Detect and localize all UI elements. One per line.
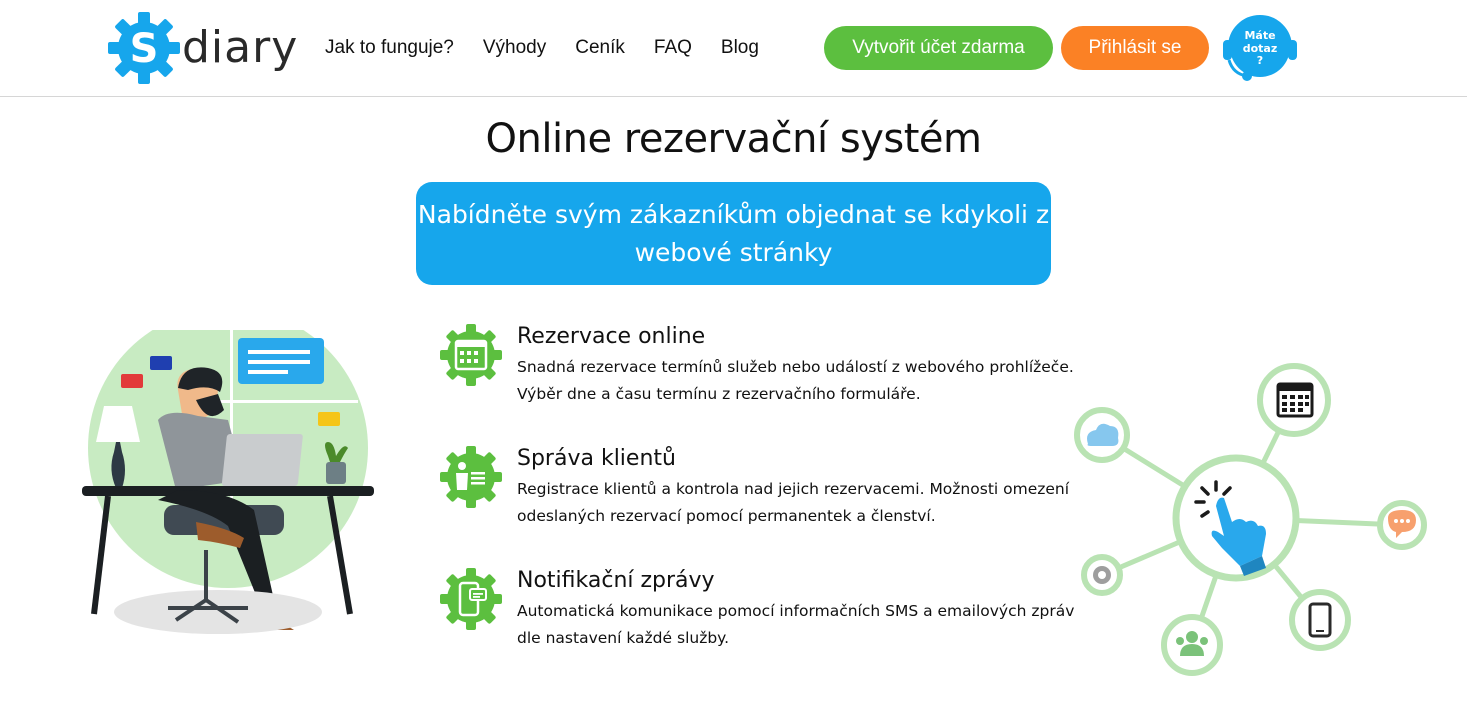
nav-pricing[interactable]: Ceník [575,36,625,60]
feature-description: Snadná rezervace termínů služeb nebo udá… [517,358,1074,403]
help-line1: Máte [1244,29,1275,42]
gear-logo-icon: S [108,12,180,84]
login-button[interactable]: Přihlásit se [1061,26,1209,70]
banner-line-2: webové stránky [634,238,833,267]
hero-banner: Nabídněte svým zákazníkům objednat se kd… [416,182,1051,285]
settings-node-icon [1093,566,1111,584]
feature-description: Automatická komunikace pomocí informační… [517,602,1075,647]
banner-line-1: Nabídněte svým zákazníkům objednat se kd… [417,200,1050,229]
create-account-button[interactable]: Vytvořit účet zdarma [824,26,1053,70]
feature-title: Správa klientů [517,446,676,471]
nav-how-it-works[interactable]: Jak to funguje? [325,36,454,60]
network-touch-illustration [1074,363,1427,676]
phone-message-icon [440,568,502,630]
client-list-icon [440,446,502,508]
page-title: Online rezervační systém [485,116,982,162]
feature-description: Registrace klientů a kontrola nad jejich… [517,480,1070,525]
help-line3: ? [1257,54,1263,67]
main-nav: Jak to funguje? Výhody Ceník FAQ Blog [325,36,788,60]
nav-blog[interactable]: Blog [721,36,759,60]
logo-letter: S [130,26,159,72]
logo-text: diary [182,22,299,73]
site-header: S diary Jak to funguje? Výhody Ceník FAQ… [0,0,1467,97]
feature-title: Notifikační zprávy [517,568,715,593]
help-headset-icon[interactable]: Máte dotaz ? [1223,14,1297,84]
calendar-icon [440,324,502,386]
nav-benefits[interactable]: Výhody [483,36,546,60]
person-at-laptop-illustration [78,330,374,634]
sdiary-logo[interactable]: S diary [108,12,297,84]
feature-title: Rezervace online [517,324,706,349]
nav-faq[interactable]: FAQ [654,36,692,60]
